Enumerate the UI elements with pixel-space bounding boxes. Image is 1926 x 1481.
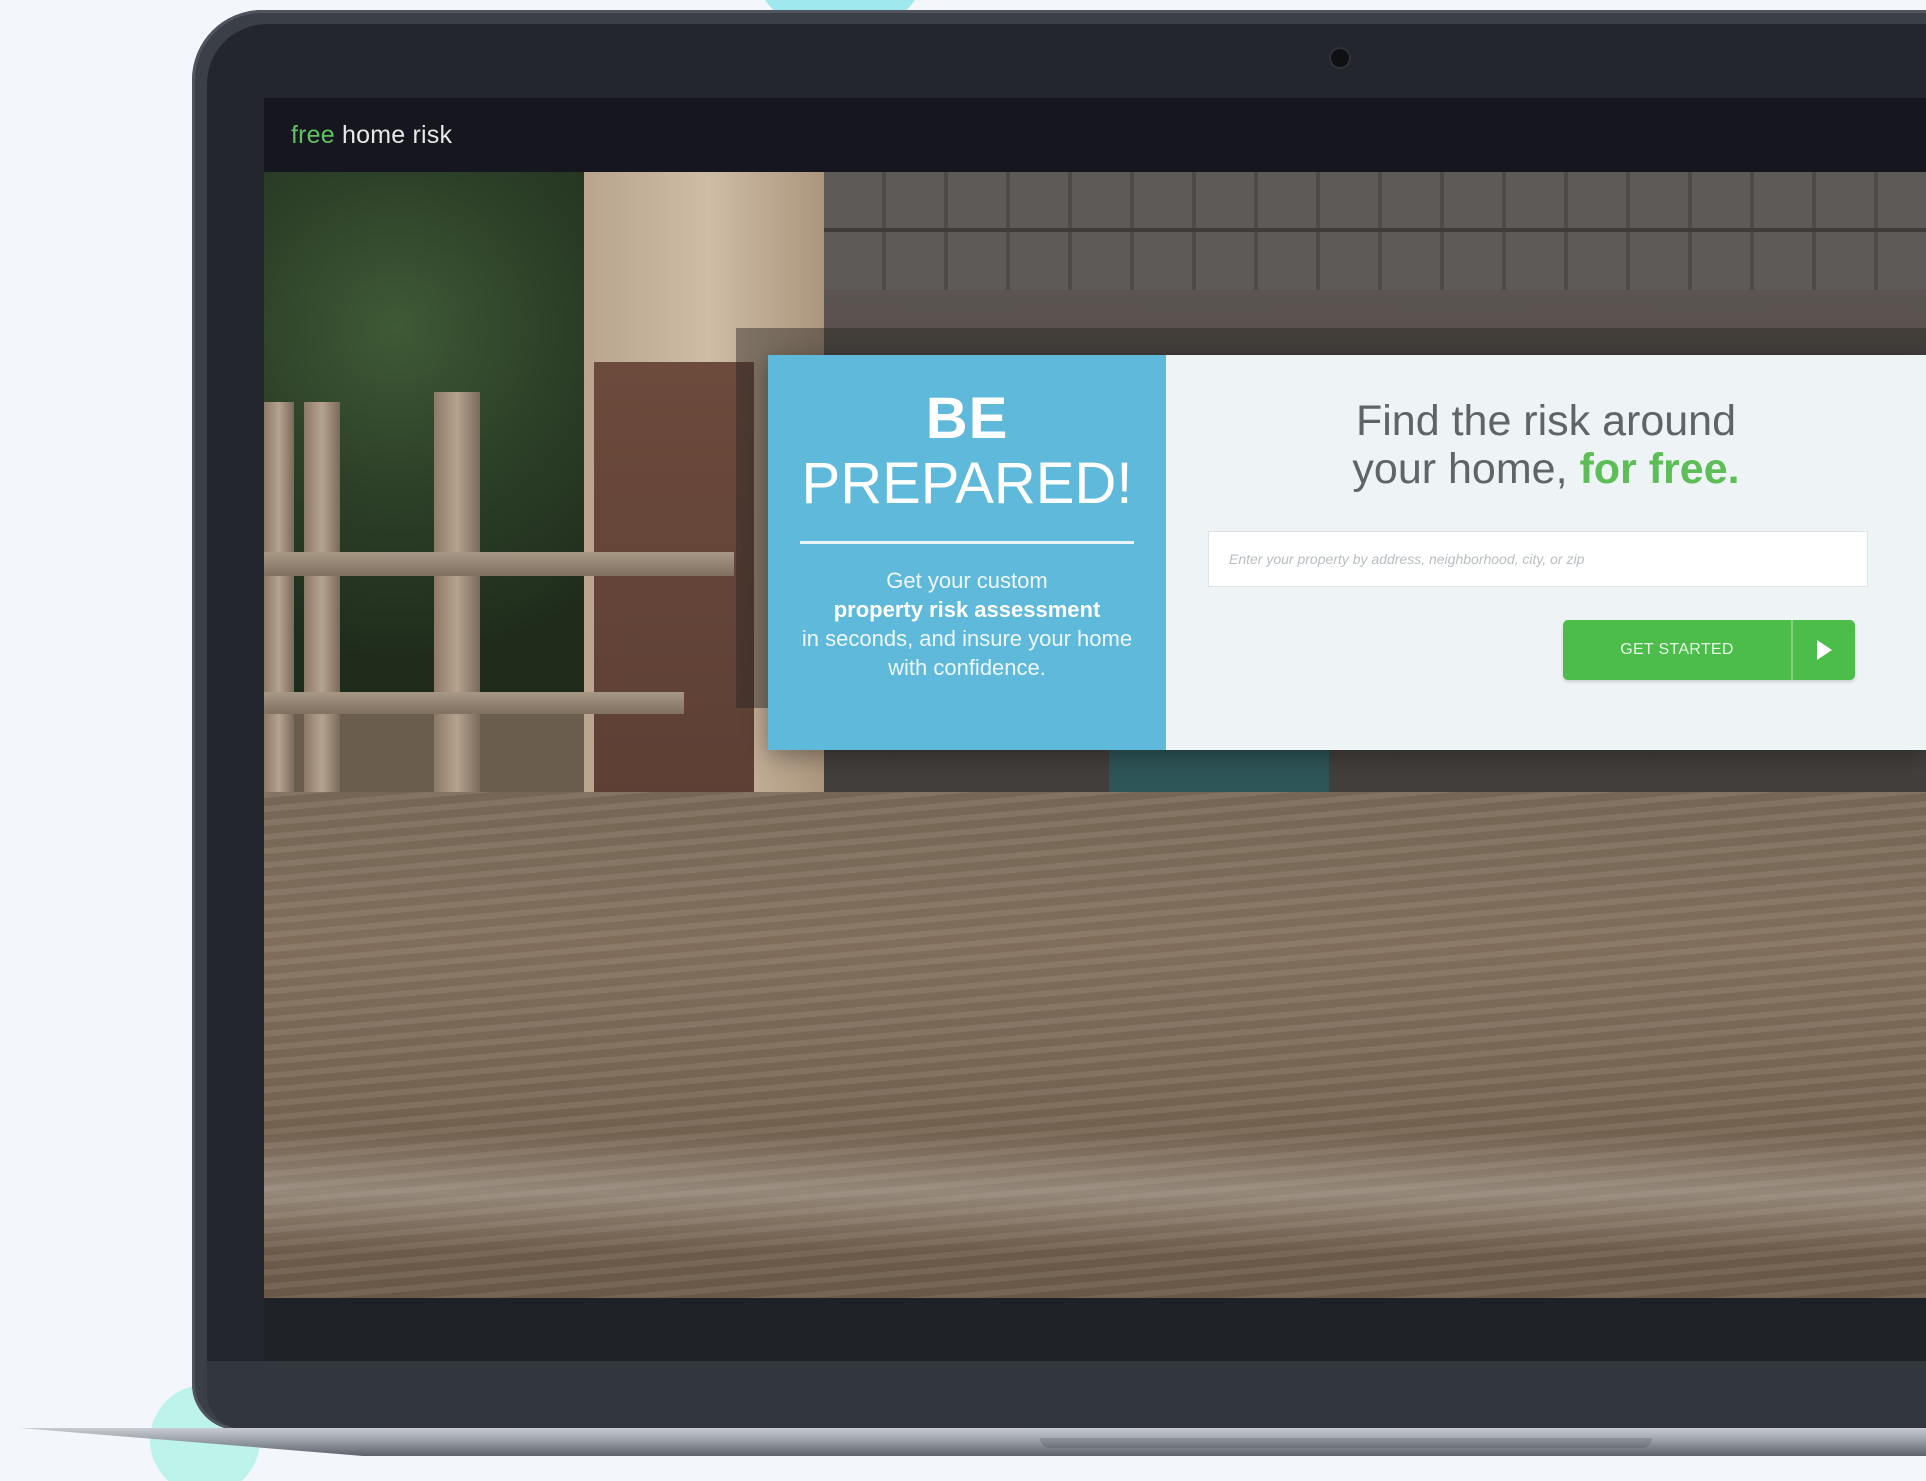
headline-line2: your home, bbox=[1352, 445, 1580, 493]
roof-line bbox=[824, 228, 1926, 232]
hero-title-line1: BE bbox=[925, 386, 1009, 451]
fence-post bbox=[264, 402, 294, 792]
fence-post bbox=[304, 402, 340, 802]
desc-line1: Get your custom bbox=[886, 568, 1048, 593]
fence-rail bbox=[264, 552, 734, 576]
get-started-button[interactable]: GET STARTED bbox=[1563, 620, 1855, 680]
fence-rail bbox=[264, 692, 684, 714]
play-arrow-icon bbox=[1793, 620, 1855, 680]
logo-text: home risk bbox=[334, 120, 453, 149]
panel-divider bbox=[800, 541, 1134, 544]
site-logo[interactable]: free home risk bbox=[291, 121, 452, 150]
search-headline: Find the risk around your home, for free… bbox=[1166, 397, 1926, 493]
laptop-base-notch bbox=[1040, 1438, 1652, 1448]
headline-accent: for free. bbox=[1579, 445, 1740, 493]
site-navbar: free home risk bbox=[264, 98, 1926, 172]
fence-post bbox=[434, 392, 480, 812]
logo-accent: free bbox=[291, 120, 335, 149]
laptop-lid-bottom bbox=[207, 1361, 1926, 1429]
laptop-screen: free home risk BE PREPARED! Get your cus… bbox=[264, 98, 1926, 1298]
device-mockup: free home risk BE PREPARED! Get your cus… bbox=[0, 0, 1926, 1481]
screen-bottom-bezel bbox=[264, 1298, 1926, 1361]
get-started-label: GET STARTED bbox=[1620, 641, 1734, 658]
property-search-input[interactable] bbox=[1208, 531, 1868, 587]
desc-bold: property risk assessment bbox=[833, 597, 1101, 622]
hero-description: Get your custom property risk assessment… bbox=[768, 566, 1166, 682]
hero-title-line2: PREPARED! bbox=[801, 451, 1133, 516]
hero-background-photo: BE PREPARED! Get your custom property ri… bbox=[264, 172, 1926, 1298]
headline-line1: Find the risk around bbox=[1355, 397, 1737, 445]
camera-icon bbox=[1331, 49, 1349, 67]
be-prepared-panel: BE PREPARED! Get your custom property ri… bbox=[768, 355, 1166, 750]
risk-search-card: BE PREPARED! Get your custom property ri… bbox=[768, 355, 1926, 750]
search-panel: Find the risk around your home, for free… bbox=[1166, 355, 1926, 750]
water-reflection bbox=[264, 1132, 1926, 1252]
desc-line2: in seconds, and insure your home with co… bbox=[801, 626, 1133, 680]
